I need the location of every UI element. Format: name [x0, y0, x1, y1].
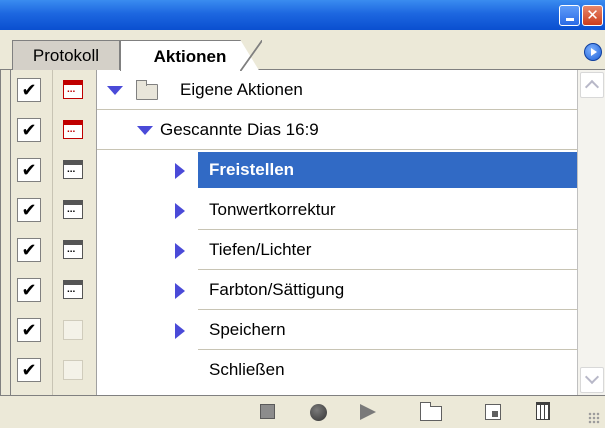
- step-row[interactable]: ✔ Schließen: [1, 350, 605, 390]
- step-name: Speichern: [209, 320, 286, 339]
- dialog-toggle-icon[interactable]: [63, 160, 83, 179]
- check-icon[interactable]: ✔: [17, 318, 41, 342]
- minimize-icon[interactable]: [559, 5, 580, 26]
- dialog-toggle-icon[interactable]: [63, 200, 83, 219]
- step-row[interactable]: ✔ Speichern: [1, 310, 605, 350]
- scroll-up-icon[interactable]: [580, 72, 604, 98]
- bottom-toolbar: [0, 395, 605, 428]
- tab-protokoll[interactable]: Protokoll: [12, 40, 120, 71]
- expanded-triangle-icon[interactable]: [137, 126, 153, 135]
- collapsed-triangle-icon[interactable]: [175, 163, 185, 179]
- check-icon[interactable]: ✔: [17, 158, 41, 182]
- tab-divider: [120, 40, 121, 71]
- tab-edge: [240, 40, 262, 71]
- stop-icon[interactable]: [260, 404, 275, 419]
- dialog-toggle-icon[interactable]: [63, 80, 83, 99]
- step-row[interactable]: ✔ Freistellen: [1, 150, 605, 190]
- record-icon[interactable]: [310, 404, 327, 421]
- dialog-toggle-icon[interactable]: [63, 120, 83, 139]
- scroll-down-icon[interactable]: [580, 367, 604, 393]
- action-set-name: Eigene Aktionen: [180, 80, 303, 99]
- action-name: Gescannte Dias 16:9: [160, 120, 319, 139]
- check-icon[interactable]: ✔: [17, 198, 41, 222]
- check-icon[interactable]: ✔: [17, 238, 41, 262]
- resize-grip-icon[interactable]: [588, 412, 600, 424]
- step-name: Tonwertkorrektur: [209, 200, 336, 219]
- step-name: Tiefen/Lichter: [209, 240, 312, 259]
- vertical-scrollbar[interactable]: [577, 70, 605, 395]
- expanded-triangle-icon[interactable]: [107, 86, 123, 95]
- action-row[interactable]: ✔ Gescannte Dias 16:9: [1, 110, 605, 150]
- collapsed-triangle-icon[interactable]: [175, 243, 185, 259]
- trash-icon[interactable]: [536, 402, 550, 420]
- collapsed-triangle-icon[interactable]: [175, 323, 185, 339]
- step-name: Schließen: [209, 360, 285, 379]
- folder-icon: [136, 80, 158, 100]
- check-icon[interactable]: ✔: [17, 118, 41, 142]
- step-name: Farbton/Sättigung: [209, 280, 345, 299]
- check-icon[interactable]: ✔: [17, 78, 41, 102]
- tab-aktionen[interactable]: Aktionen: [120, 40, 260, 72]
- dialog-toggle-icon[interactable]: [63, 280, 83, 299]
- panel-menu-icon[interactable]: [584, 43, 602, 61]
- collapsed-triangle-icon[interactable]: [175, 283, 185, 299]
- step-row[interactable]: ✔ Tonwertkorrektur: [1, 190, 605, 230]
- actions-list: ✔ Eigene Aktionen ✔ Gescannte Dias 16:9 …: [0, 70, 605, 395]
- step-row[interactable]: ✔ Farbton/Sättigung: [1, 270, 605, 310]
- step-row[interactable]: ✔ Tiefen/Lichter: [1, 230, 605, 270]
- new-set-icon[interactable]: [420, 402, 442, 421]
- collapsed-triangle-icon[interactable]: [175, 203, 185, 219]
- title-bar: ✕: [0, 0, 605, 30]
- check-icon[interactable]: ✔: [17, 358, 41, 382]
- action-set-row[interactable]: ✔ Eigene Aktionen: [1, 70, 605, 110]
- tab-bar: Protokoll Aktionen: [0, 30, 605, 72]
- play-icon[interactable]: [360, 404, 376, 420]
- dialog-toggle-empty[interactable]: [63, 360, 83, 380]
- dialog-toggle-icon[interactable]: [63, 240, 83, 259]
- new-action-icon[interactable]: [485, 404, 501, 420]
- check-icon[interactable]: ✔: [17, 278, 41, 302]
- step-name: Freistellen: [209, 160, 295, 179]
- dialog-toggle-empty[interactable]: [63, 320, 83, 340]
- close-icon[interactable]: ✕: [582, 5, 603, 26]
